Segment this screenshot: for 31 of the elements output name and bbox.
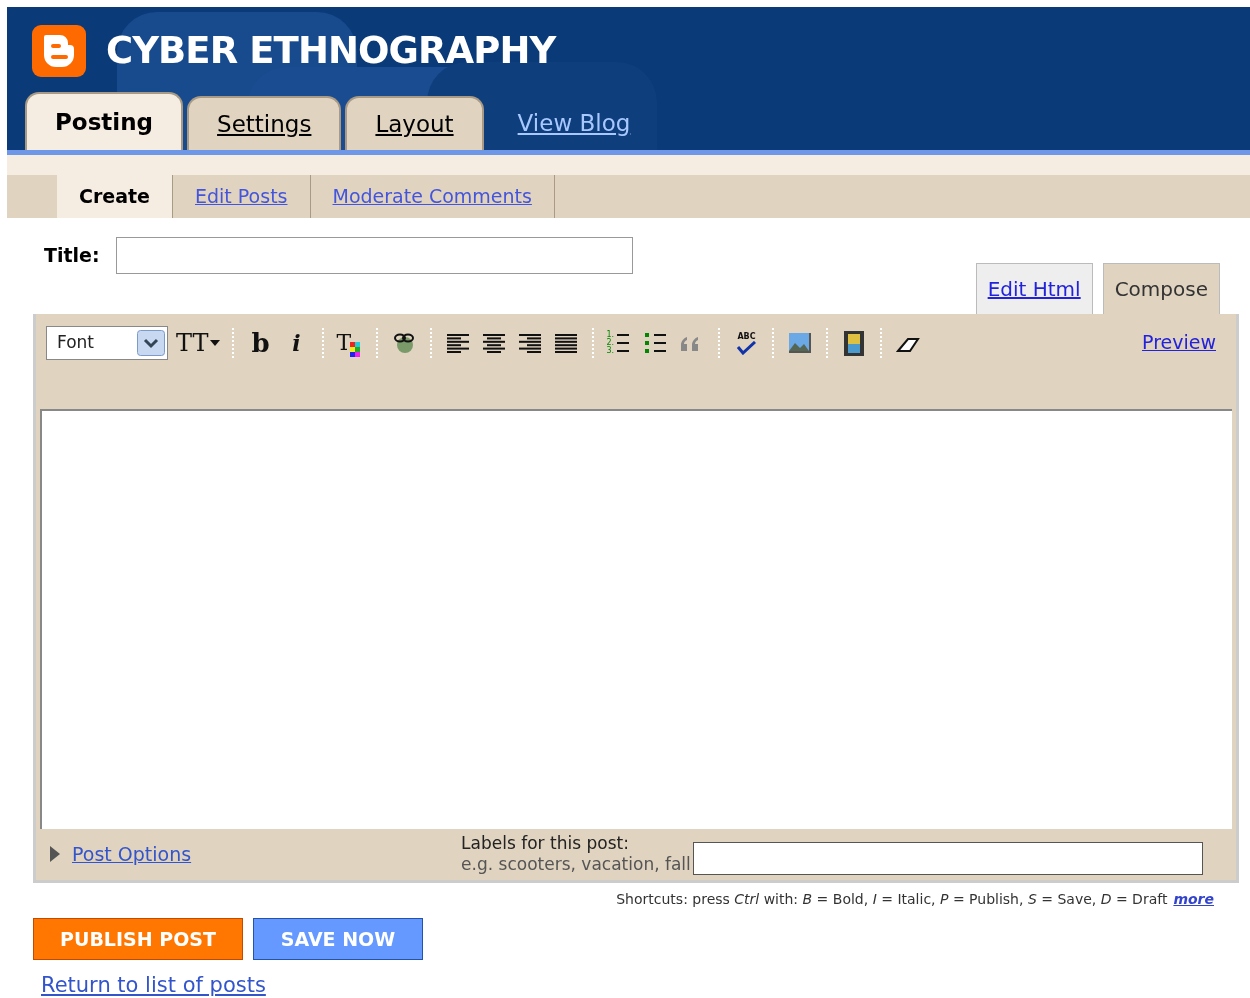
bold-button[interactable]: b bbox=[246, 330, 275, 356]
title-field[interactable] bbox=[115, 237, 633, 274]
expand-triangle-icon[interactable] bbox=[48, 844, 60, 864]
subnav-tab[interactable]: Create bbox=[57, 175, 173, 218]
italic-button[interactable]: i bbox=[282, 332, 311, 354]
spellcheck-button[interactable]: ABC bbox=[732, 331, 761, 355]
font-size-button[interactable]: TT bbox=[176, 331, 221, 355]
nav-tab[interactable]: Layout bbox=[345, 96, 484, 150]
blog-title: CYBER ETHNOGRAPHY bbox=[106, 28, 556, 74]
caret-icon bbox=[210, 340, 221, 346]
title-label: Title: bbox=[44, 243, 100, 269]
text-color-button[interactable]: T bbox=[336, 329, 365, 357]
return-link[interactable]: Return to list of posts bbox=[41, 970, 266, 998]
view-blog-link[interactable]: View Blog bbox=[487, 96, 661, 150]
post-options-link[interactable]: Post Options bbox=[72, 839, 192, 869]
subnav-tab[interactable]: Moderate Comments bbox=[310, 175, 555, 218]
labels-hint: e.g. scooters, vacation, fall bbox=[461, 854, 691, 875]
editor-mode-tab[interactable]: Edit Html bbox=[975, 263, 1093, 314]
labels-field[interactable] bbox=[692, 841, 1203, 875]
font-select[interactable]: Font bbox=[46, 326, 168, 360]
editor-mode-tab[interactable]: Compose bbox=[1102, 263, 1220, 314]
blogger-logo-icon[interactable] bbox=[32, 24, 86, 77]
nav-tab[interactable]: Settings bbox=[187, 96, 342, 150]
check-icon bbox=[736, 340, 757, 355]
nav-tab[interactable]: Posting bbox=[25, 92, 184, 150]
more-link[interactable]: more bbox=[1173, 889, 1214, 910]
subnav-tab[interactable]: Edit Posts bbox=[173, 175, 311, 218]
labels-label: Labels for this post: bbox=[461, 833, 630, 854]
preview-link[interactable]: Preview bbox=[1142, 328, 1216, 357]
shortcuts-hint: Shortcuts: press Ctrl with: B = Bold, I = Italic, P = Publish, S = Save, D = Draft bbox=[616, 890, 1168, 909]
color-swatch-icon bbox=[350, 342, 361, 357]
